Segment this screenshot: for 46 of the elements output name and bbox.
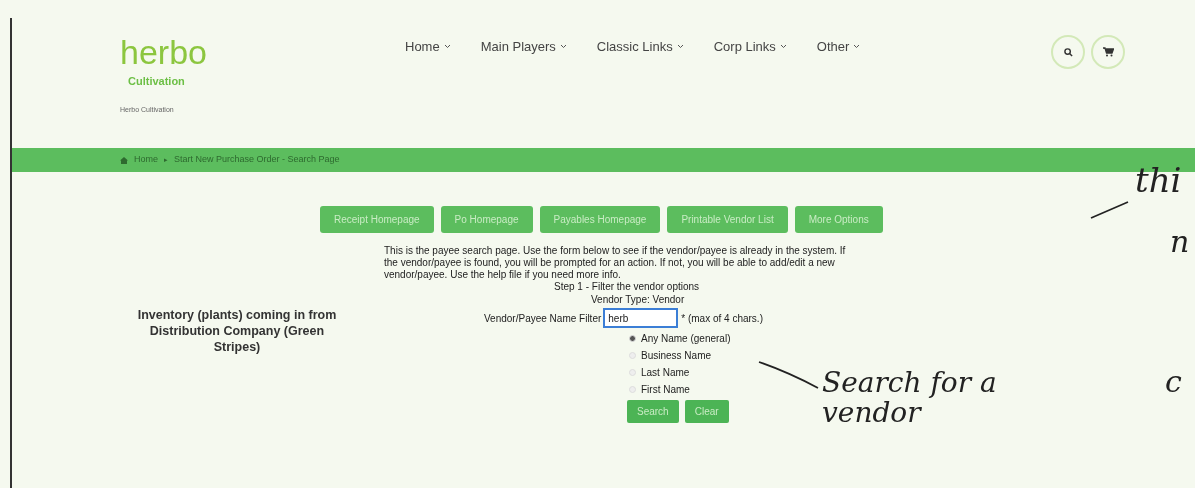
chevron-down-icon: [676, 44, 684, 50]
search-icon: [1063, 47, 1073, 57]
handwritten-note: thi: [1135, 160, 1182, 200]
annotation-dash-line: [1090, 200, 1130, 220]
chevron-down-icon: [443, 44, 451, 50]
nav-action-button[interactable]: Printable Vendor List: [667, 206, 788, 233]
nav-menu-item[interactable]: Main Players: [480, 37, 567, 57]
radio-button[interactable]: [629, 352, 636, 359]
search-button[interactable]: [1051, 35, 1085, 69]
radio-label: Any Name (general): [641, 332, 731, 346]
nav-menu-item[interactable]: Classic Links: [596, 37, 684, 57]
handwritten-note: c: [1165, 365, 1182, 399]
radio-label: First Name: [641, 383, 690, 397]
breadcrumb-current: Start New Purchase Order - Search Page: [174, 153, 340, 167]
nav-menu-item[interactable]: Corp Links: [713, 37, 787, 57]
name-filter-label: Vendor/Payee Name Filter: [484, 311, 602, 326]
search-submit-button[interactable]: Search: [627, 400, 679, 423]
intro-paragraph: This is the payee search page. Use the form below to see if the vendor/payee is already in the system. If the vendor/payee is found, you will be prompted for an action. If not, you will be able to add/edit a new vendor/payee. Use the help file if you need more info.: [384, 245, 847, 281]
radio-label: Business Name: [641, 349, 712, 363]
filter-hint: * (max of 4 chars.): [681, 311, 763, 326]
handwritten-note: Search for a vendor: [822, 368, 998, 428]
radio-button[interactable]: [629, 335, 636, 342]
chevron-down-icon: [559, 44, 567, 50]
nav-action-button[interactable]: Payables Homepage: [539, 206, 661, 233]
clear-button[interactable]: Clear: [684, 400, 729, 423]
logo-wordmark: herbo: [120, 35, 208, 69]
handwritten-note: n: [1170, 225, 1190, 259]
logo-subtitle: Cultivation: [128, 74, 186, 89]
cart-icon: [1102, 47, 1114, 57]
nav-action-button[interactable]: Receipt Homepage: [320, 206, 434, 233]
home-icon: [120, 156, 128, 164]
inventory-caption: Inventory (plants) coming in from Distribution Company (Green Stripes): [136, 307, 338, 356]
cart-button[interactable]: [1091, 35, 1125, 69]
nav-action-button[interactable]: More Options: [794, 206, 883, 233]
chevron-down-icon: [779, 44, 787, 50]
name-filter-field[interactable]: herb: [603, 308, 679, 328]
radio-button[interactable]: [629, 386, 636, 393]
vendor-type-label: Vendor Type: Vendor: [591, 294, 685, 306]
step-heading: Step 1 - Filter the vendor options: [554, 281, 700, 293]
nav-menu-item[interactable]: Other: [816, 37, 861, 57]
radio-label: Last Name: [641, 366, 690, 380]
breadcrumb-link[interactable]: Home: [134, 153, 158, 167]
chevron-down-icon: [853, 44, 861, 50]
nav-action-button[interactable]: Po Homepage: [440, 206, 533, 233]
nav-menu-item[interactable]: Home: [405, 37, 451, 57]
radio-button[interactable]: [629, 369, 636, 376]
